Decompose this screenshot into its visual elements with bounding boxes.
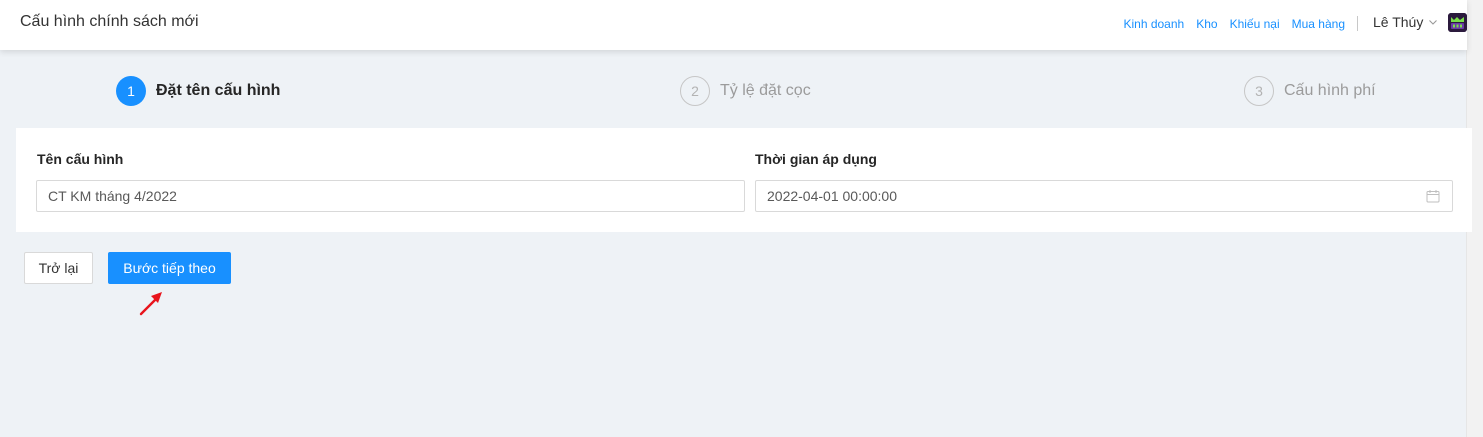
config-name-input[interactable] xyxy=(36,180,745,212)
step-2-label: Tỷ lệ đặt cọc xyxy=(720,82,811,99)
nav-link-mua-hang[interactable]: Mua hàng xyxy=(1292,17,1345,31)
chevron-down-icon xyxy=(1429,20,1438,25)
step-3-label: Cấu hình phí xyxy=(1284,82,1376,99)
step-2-indicator: 2 xyxy=(680,76,710,106)
apply-time-label: Thời gian áp dụng xyxy=(755,151,877,167)
step-1-indicator: 1 xyxy=(116,76,146,106)
nav-link-khieu-nai[interactable]: Khiếu nại xyxy=(1230,17,1280,31)
user-menu[interactable]: Lê Thúy xyxy=(1373,14,1438,30)
config-name-label: Tên cấu hình xyxy=(37,151,124,167)
page-title: Cấu hình chính sách mới xyxy=(20,13,199,30)
nav-divider xyxy=(1357,16,1358,31)
calendar-icon[interactable] xyxy=(1426,189,1440,203)
step-2: 2 Tỷ lệ đặt cọc xyxy=(680,76,811,106)
step-1-label: Đặt tên cấu hình xyxy=(156,82,281,99)
step-3-indicator: 3 xyxy=(1244,76,1274,106)
user-name: Lê Thúy xyxy=(1373,14,1424,30)
top-nav: Kinh doanh Kho Khiếu nại Mua hàng xyxy=(1123,17,1345,31)
next-step-button[interactable]: Bước tiếp theo xyxy=(108,252,231,284)
annotation-arrow-icon xyxy=(139,292,162,316)
nav-link-kinh-doanh[interactable]: Kinh doanh xyxy=(1123,17,1184,31)
step-1: 1 Đặt tên cấu hình xyxy=(116,76,280,106)
steps-bar: 1 Đặt tên cấu hình 2 Tỷ lệ đặt cọc 3 Cấu… xyxy=(0,50,1467,128)
back-button[interactable]: Trở lại xyxy=(24,252,93,284)
step-3: 3 Cấu hình phí xyxy=(1244,76,1376,106)
top-header: Cấu hình chính sách mới Kinh doanh Kho K… xyxy=(0,0,1467,50)
apply-time-picker[interactable] xyxy=(755,180,1453,212)
config-form: Tên cấu hình Thời gian áp dụng xyxy=(16,128,1472,232)
avatar[interactable] xyxy=(1448,13,1467,32)
nav-link-kho[interactable]: Kho xyxy=(1196,17,1217,31)
